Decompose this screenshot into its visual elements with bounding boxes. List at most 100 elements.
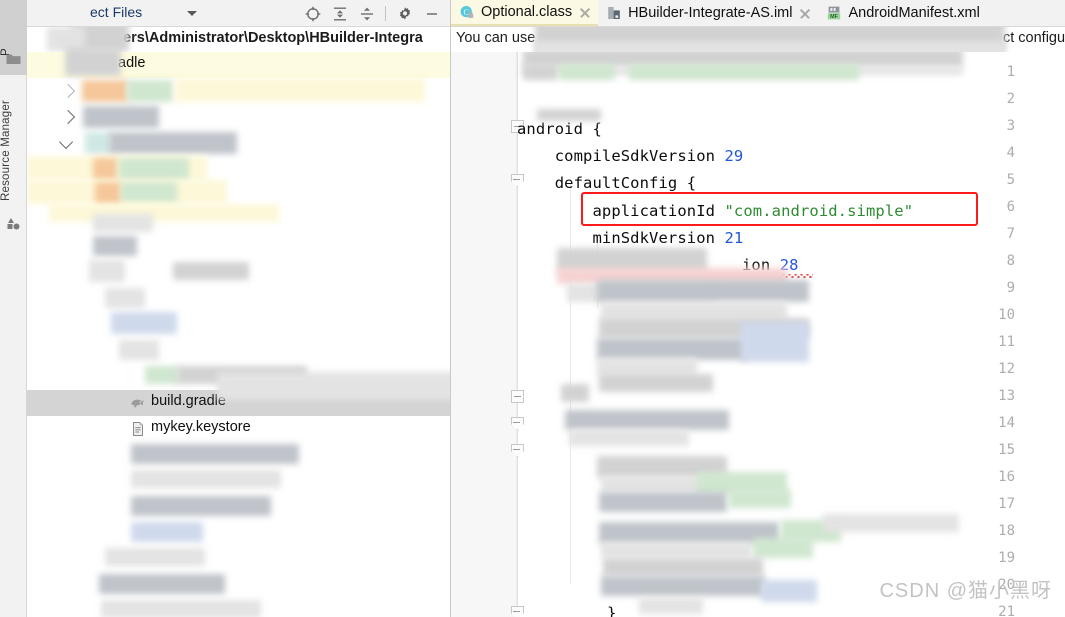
redacted-block bbox=[601, 576, 765, 596]
redacted-block bbox=[82, 80, 128, 102]
line-number: 10 bbox=[998, 307, 1015, 323]
redacted-block bbox=[597, 338, 747, 360]
close-icon[interactable] bbox=[578, 5, 592, 19]
tool-window-button-resource-manager[interactable]: Resource Manager bbox=[0, 90, 27, 210]
tree-row-build-gradle[interactable]: build.gradle bbox=[27, 372, 450, 416]
redacted-block bbox=[537, 109, 601, 121]
tree-row[interactable] bbox=[27, 156, 450, 182]
redacted-block bbox=[131, 522, 203, 542]
chevron-down-icon[interactable] bbox=[187, 11, 197, 16]
tree-row[interactable] bbox=[27, 572, 450, 598]
editor-tab-label: AndroidManifest.xml bbox=[848, 5, 980, 21]
line-number: 8 bbox=[1006, 253, 1015, 269]
code-number: 21 bbox=[724, 229, 744, 247]
redacted-block bbox=[65, 48, 121, 76]
tree-row[interactable] bbox=[27, 104, 450, 130]
keystore-file-icon bbox=[130, 421, 146, 437]
line-number: 6 bbox=[1006, 199, 1015, 215]
close-icon[interactable] bbox=[798, 6, 812, 20]
chevron-right-icon[interactable] bbox=[60, 109, 76, 125]
tree-row[interactable] bbox=[27, 520, 450, 546]
redacted-block bbox=[597, 280, 809, 302]
tree-row[interactable] bbox=[27, 130, 450, 156]
expand-all-icon[interactable] bbox=[327, 1, 352, 26]
redacted-block bbox=[93, 214, 153, 232]
line-number: 16 bbox=[998, 469, 1015, 485]
tree-row-mykey-keystore[interactable]: mykey.keystore bbox=[27, 416, 450, 442]
redacted-block bbox=[119, 340, 159, 360]
iml-module-icon bbox=[606, 5, 622, 21]
tree-row[interactable] bbox=[27, 234, 450, 260]
locate-target-icon[interactable] bbox=[300, 1, 325, 26]
code-editor[interactable]: 1 2 3 4 5 6 7 8 9 10 11 12 13 14 15 16 1… bbox=[451, 52, 1065, 617]
tree-row[interactable] bbox=[27, 78, 450, 104]
redacted-block bbox=[93, 158, 117, 180]
redacted-block bbox=[119, 158, 189, 180]
minimize-icon[interactable] bbox=[419, 1, 444, 26]
tool-window-label-resource-manager: Resource Manager bbox=[0, 99, 12, 201]
line-number: 3 bbox=[1006, 118, 1015, 134]
chevron-down-icon[interactable] bbox=[58, 134, 74, 150]
tree-row[interactable] bbox=[27, 286, 450, 312]
line-number: 18 bbox=[998, 523, 1015, 539]
editor-tab-label: Optional.class bbox=[481, 4, 573, 20]
tree-row[interactable] bbox=[27, 598, 450, 617]
redacted-block bbox=[629, 64, 859, 80]
project-view-selector[interactable]: ect Files bbox=[90, 4, 142, 20]
editor-tab-optional-class[interactable]: C Optional.class bbox=[451, 0, 599, 26]
redacted-block bbox=[753, 538, 813, 558]
redacted-block bbox=[99, 574, 225, 594]
redacted-block bbox=[89, 260, 125, 282]
csdn-watermark: CSDN @猫小黑呀 bbox=[879, 580, 1052, 602]
redacted-block bbox=[823, 514, 959, 532]
tree-row[interactable] bbox=[27, 204, 450, 234]
tree-row[interactable] bbox=[27, 468, 450, 494]
redacted-block bbox=[111, 312, 177, 334]
redacted-block bbox=[217, 372, 450, 400]
redacted-block bbox=[601, 476, 711, 492]
line-number: 21 bbox=[998, 604, 1015, 617]
tree-row-label: mykey.keystore bbox=[151, 419, 251, 435]
shapes-icon bbox=[6, 216, 21, 230]
redacted-block bbox=[173, 262, 249, 280]
redacted-block bbox=[565, 410, 729, 430]
redacted-block bbox=[741, 322, 809, 362]
redacted-block bbox=[127, 80, 173, 102]
editor-area: C Optional.class HBuilder-Integrate-AS.i… bbox=[451, 0, 1065, 617]
chevron-right-icon[interactable] bbox=[60, 83, 76, 99]
redacted-block bbox=[599, 374, 713, 392]
redacted-block bbox=[569, 430, 689, 446]
editor-tab-hbuilder-integrate-as-iml[interactable]: HBuilder-Integrate-AS.iml bbox=[598, 0, 818, 26]
project-file-tree: adle build.gradle mykey.keystore bbox=[27, 48, 450, 617]
editor-tab-androidmanifest-xml[interactable]: MF AndroidManifest.xml bbox=[818, 0, 985, 26]
redacted-block bbox=[601, 542, 751, 558]
fold-marker-open[interactable] bbox=[511, 390, 524, 403]
project-tool-window: ect Files sers\Administrator\Desktop\HBu… bbox=[27, 0, 451, 617]
tree-row[interactable] bbox=[27, 546, 450, 572]
tree-row[interactable] bbox=[27, 442, 450, 468]
redacted-block bbox=[523, 64, 557, 80]
settings-gear-icon[interactable] bbox=[392, 1, 417, 26]
tree-row[interactable] bbox=[27, 312, 450, 338]
redacted-block bbox=[145, 366, 179, 384]
redacted-block bbox=[83, 106, 159, 128]
tree-row[interactable]: adle bbox=[27, 48, 450, 78]
code-line-5: defaultConfig { bbox=[517, 174, 697, 192]
line-number: 19 bbox=[998, 550, 1015, 566]
line-number: 13 bbox=[998, 388, 1015, 404]
line-number: 17 bbox=[998, 496, 1015, 512]
notification-text-prefix: You can use bbox=[456, 30, 536, 46]
collapse-all-icon[interactable] bbox=[354, 1, 379, 26]
android-studio-window: P Resource Manager ect Files sers\Admini… bbox=[0, 0, 1065, 617]
tree-row[interactable] bbox=[27, 260, 450, 286]
tree-row[interactable] bbox=[27, 494, 450, 520]
code-line-7: minSdkVersion 21 bbox=[517, 229, 743, 247]
tree-row-label: adle bbox=[118, 55, 146, 71]
redacted-block bbox=[761, 580, 817, 602]
class-file-icon: C bbox=[459, 4, 475, 20]
redacted-block bbox=[95, 182, 121, 204]
toolbar-divider bbox=[385, 6, 386, 21]
manifest-mf-icon: MF bbox=[826, 5, 842, 21]
applicationid-highlight-box bbox=[581, 192, 978, 226]
tree-row[interactable] bbox=[27, 338, 450, 364]
